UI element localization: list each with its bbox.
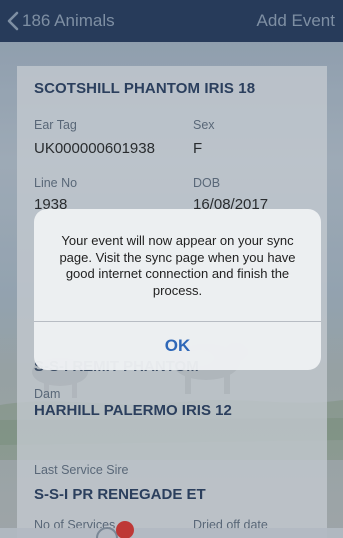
sync-alert-dialog: Your event will now appear on your sync … <box>34 209 321 370</box>
alert-message: Your event will now appear on your sync … <box>59 233 296 298</box>
ok-button[interactable]: OK <box>34 322 321 370</box>
